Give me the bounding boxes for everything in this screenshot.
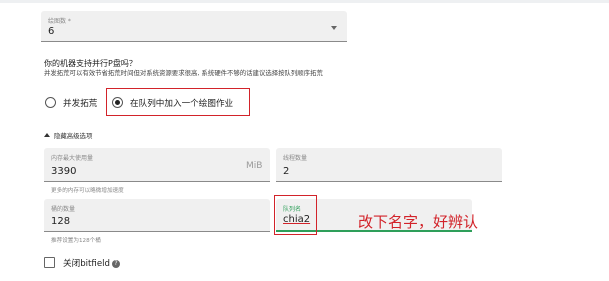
radio-parallel-label: 并发拓荒 [63, 99, 98, 109]
max-memory-input[interactable]: 内存最大使用量 3390 MiB [44, 148, 270, 182]
highlight-box-queue-name [274, 195, 317, 235]
max-memory-value: 3390 [51, 166, 77, 177]
plot-count-select[interactable]: 绘图数 * 6 [41, 11, 347, 42]
buckets-value: 128 [51, 216, 71, 227]
buckets-hint: 推荐设置为128个桶 [51, 238, 101, 244]
radio-parallel[interactable] [45, 97, 56, 108]
bitfield-label: 关闭bitfield [63, 259, 110, 269]
threads-label: 线程数量 [283, 155, 308, 162]
max-memory-unit: MiB [246, 161, 263, 171]
buckets-label: 桶的数量 [51, 206, 76, 213]
chevron-down-icon [331, 26, 337, 30]
plot-count-label: 绘图数 * [48, 18, 71, 25]
threads-input[interactable]: 线程数量 2 [276, 148, 502, 182]
threads-value: 2 [283, 166, 290, 177]
bitfield-label-row: 关闭bitfield? [63, 257, 120, 269]
advanced-options-label: 隐藏高级选项 [54, 132, 93, 140]
plot-count-value: 6 [48, 26, 55, 37]
bitfield-checkbox[interactable] [44, 257, 55, 268]
max-memory-label: 内存最大使用量 [51, 155, 94, 162]
advanced-options-toggle[interactable]: 隐藏高级选项 [44, 131, 92, 140]
radio-selected-dot [114, 99, 120, 105]
help-icon[interactable]: ? [111, 260, 120, 268]
annotation-text: 改下名字，好辨认 [358, 213, 479, 231]
parallel-question-title: 你的机器支持并行P盘吗？ [44, 59, 137, 68]
buckets-input[interactable]: 桶的数量 128 [44, 199, 270, 232]
radio-queue-job-label: 在队列中加入一个绘图作业 [130, 99, 234, 109]
top-divider [0, 0, 609, 3]
radio-queue-job[interactable] [112, 97, 123, 108]
chevron-up-icon [44, 133, 50, 137]
max-memory-hint: 更多的内存可以略微增加速度 [51, 188, 124, 194]
parallel-question-description: 并发拓荒可以有效节省拓荒时间但对系统资源要求很高, 系统硬件不够的话建议选择按队… [44, 69, 323, 77]
